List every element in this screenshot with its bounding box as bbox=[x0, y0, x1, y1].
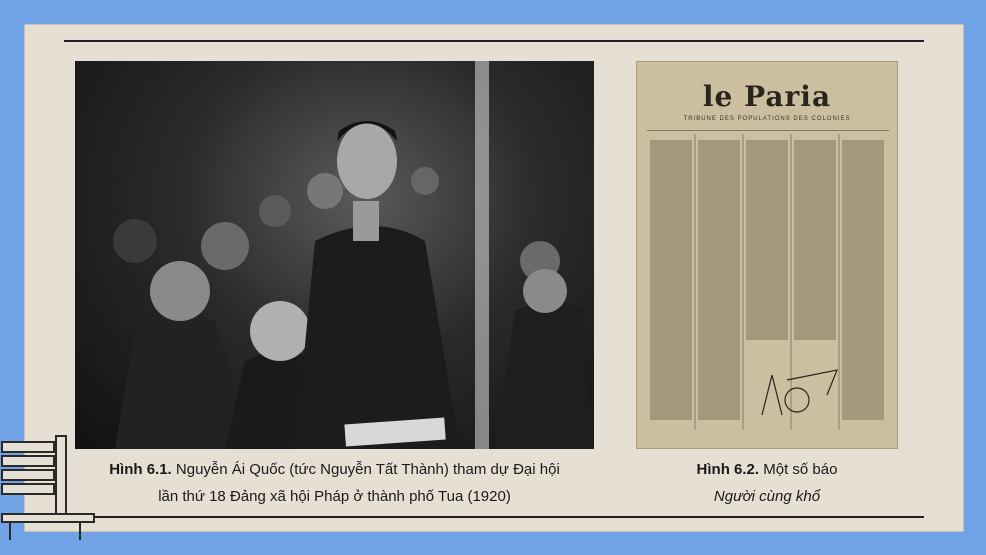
newspaper-masthead: le Paria bbox=[702, 80, 832, 113]
chair-decoration-icon bbox=[1, 435, 95, 540]
figure-6-2-label: Hình 6.2. bbox=[696, 461, 760, 478]
caption-figure-6-2: Hình 6.2. Một số báo Người cùng khổ bbox=[636, 456, 898, 510]
caption-6-1-line-2: lần thứ 18 Đảng xã hội Pháp ở thành phố … bbox=[158, 488, 511, 505]
caption-6-2-line-1: Một số báo bbox=[763, 461, 838, 478]
caption-6-1-line-1: Nguyễn Ái Quốc (tức Nguyễn Tất Thành) th… bbox=[175, 461, 560, 478]
top-rule bbox=[64, 40, 924, 42]
figure-6-1-label: Hình 6.1. bbox=[109, 461, 172, 478]
photo-congress-tours bbox=[75, 61, 594, 449]
slide: le Paria TRIBUNE DES POPULATIONS DES COL… bbox=[24, 24, 964, 532]
caption-6-2-line-2: Người cùng khổ bbox=[713, 488, 821, 505]
caption-figure-6-1: Hình 6.1. Nguyễn Ái Quốc (tức Nguyễn Tất… bbox=[75, 456, 594, 510]
newspaper-subtitle: TRIBUNE DES POPULATIONS DES COLONIES bbox=[683, 116, 851, 122]
newspaper-columns bbox=[647, 130, 889, 430]
newspaper-le-paria: le Paria TRIBUNE DES POPULATIONS DES COL… bbox=[636, 61, 898, 449]
bottom-rule bbox=[64, 516, 924, 518]
